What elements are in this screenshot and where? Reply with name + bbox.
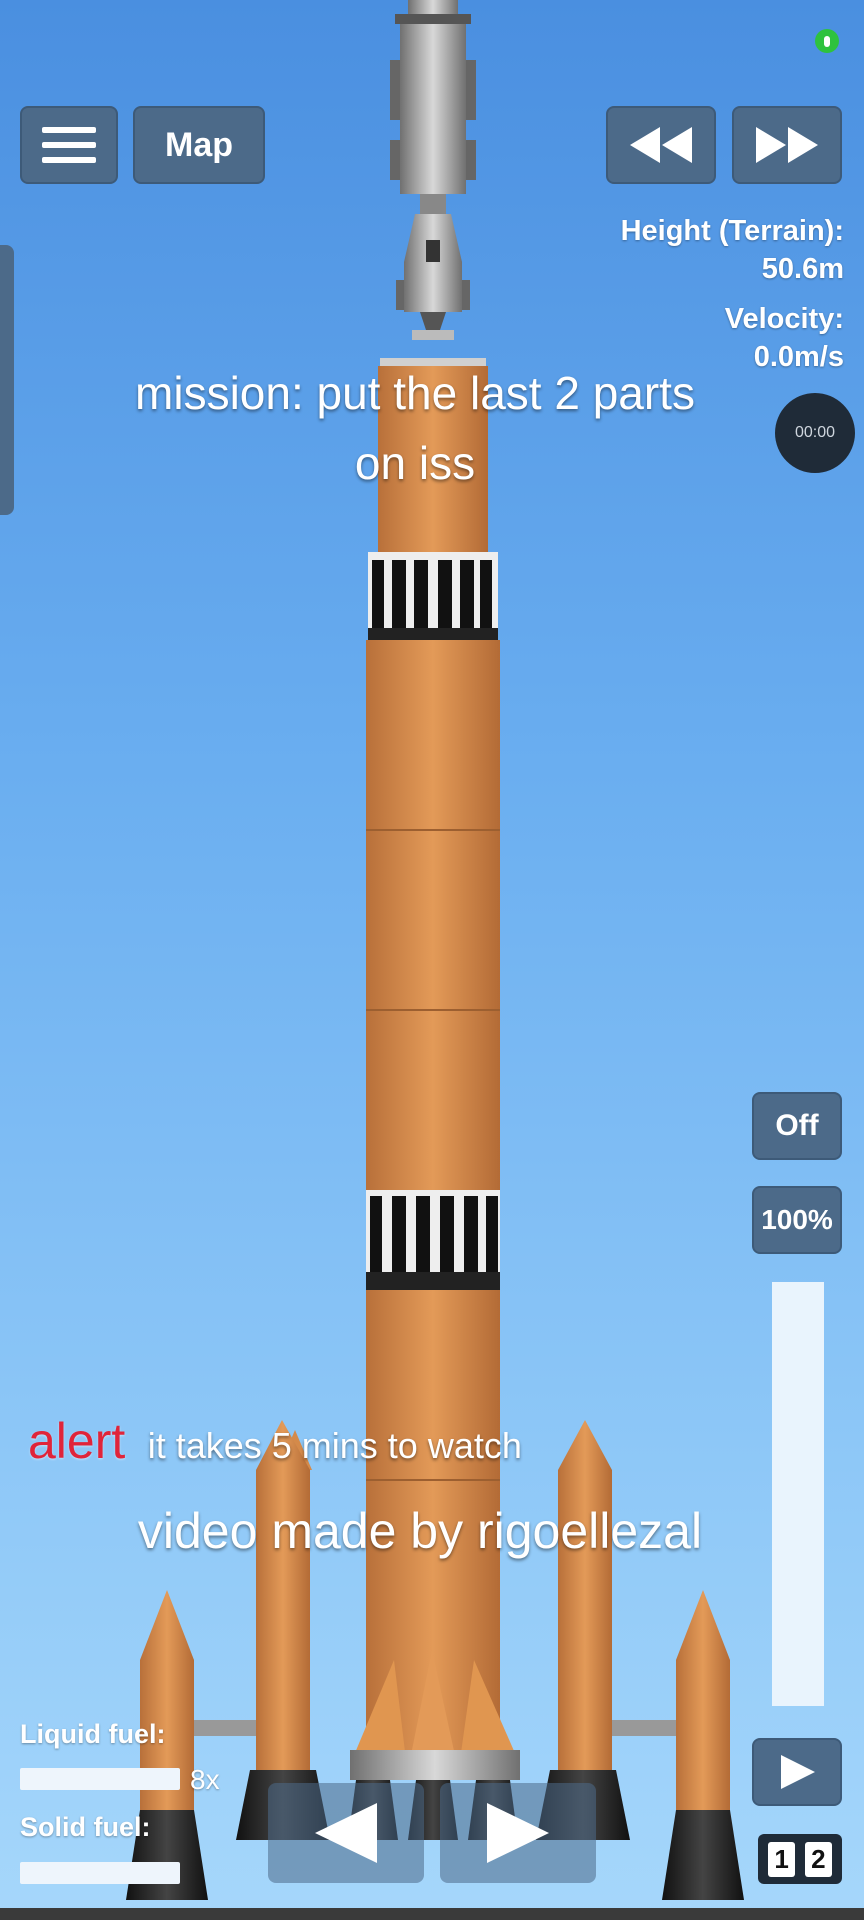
menu-button[interactable] [20, 106, 118, 184]
alert-caption: alert it takes 5 mins to watch [28, 1412, 522, 1470]
alert-word: alert [28, 1413, 126, 1469]
timer-badge: 00:00 [775, 393, 855, 473]
mission-line-1: mission: put the last 2 parts [135, 367, 695, 419]
map-button[interactable]: Map [133, 106, 265, 184]
height-value: 50.6m [761, 253, 844, 285]
engine-toggle-button[interactable]: Off [752, 1092, 842, 1160]
rocket-scene [0, 0, 864, 1920]
stage-2-label[interactable]: 2 [805, 1841, 832, 1877]
mission-line-2: on iss [354, 437, 476, 489]
play-button[interactable] [752, 1738, 842, 1806]
engine-toggle-label: Off [775, 1109, 819, 1142]
rewind-button[interactable] [606, 106, 716, 184]
rewind-icon [630, 127, 692, 163]
throttle-slider[interactable] [772, 1282, 824, 1706]
throttle-slider-fill [772, 1282, 824, 1706]
throttle-percent-button[interactable]: 100% [752, 1186, 842, 1254]
height-readout: Height (Terrain): 50.6m [621, 212, 844, 288]
left-edge-panel-tab[interactable] [0, 245, 14, 515]
velocity-label: Velocity: [724, 303, 844, 335]
mission-caption: mission: put the last 2 parts on iss [60, 358, 770, 498]
credit-caption: video made by rigoellezal [137, 1503, 703, 1559]
liquid-fuel-bar [20, 1768, 180, 1790]
height-label: Height (Terrain): [620, 215, 844, 247]
microphone-indicator-icon [815, 29, 839, 53]
arrow-right-icon [487, 1803, 549, 1863]
stage-next-button[interactable] [440, 1783, 596, 1883]
liquid-fuel-label: Liquid fuel: [20, 1719, 166, 1749]
arrow-left-icon [315, 1803, 377, 1863]
fast-forward-icon [756, 127, 818, 163]
alert-text: it takes 5 mins to watch [147, 1425, 522, 1466]
stage-prev-button[interactable] [268, 1783, 424, 1883]
fast-forward-button[interactable] [732, 106, 842, 184]
stage-selector[interactable]: 1 2 [758, 1834, 842, 1884]
solid-fuel-bar [20, 1862, 180, 1884]
hamburger-menu-icon [42, 127, 96, 163]
time-warp-label: 8x [190, 1764, 220, 1795]
payload-module [380, 0, 486, 366]
stage-1-label[interactable]: 1 [768, 1841, 795, 1877]
solid-fuel-label: Solid fuel: [20, 1812, 151, 1842]
map-button-label: Map [165, 125, 233, 164]
throttle-percent-label: 100% [761, 1204, 833, 1235]
timer-value: 00:00 [794, 424, 836, 441]
play-icon [781, 1755, 815, 1789]
